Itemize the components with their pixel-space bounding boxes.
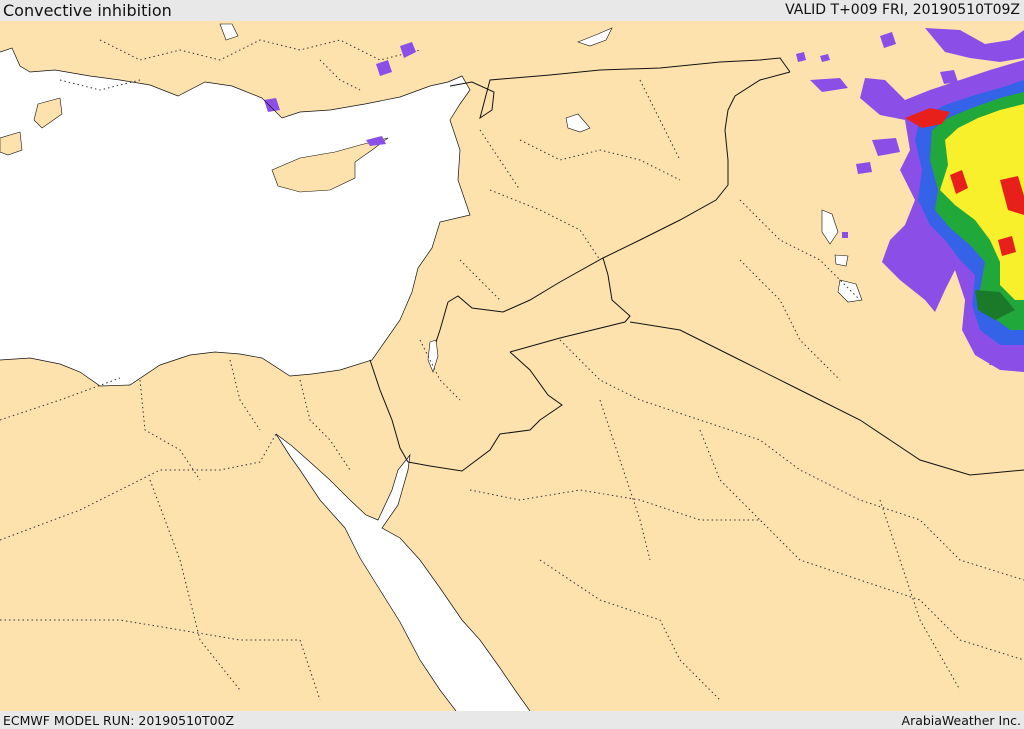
model-run-label: ECMWF MODEL RUN: 20190510T00Z bbox=[3, 713, 235, 728]
lake-tharthar bbox=[834, 254, 849, 267]
credit-label: ArabiaWeather Inc. bbox=[901, 713, 1021, 728]
valid-time-label: VALID T+009 FRI, 20190510T09Z bbox=[785, 2, 1020, 18]
map-title: Convective inhibition bbox=[3, 1, 172, 20]
weather-map bbox=[0, 21, 1024, 711]
map-figure: Convective inhibition VALID T+009 FRI, 2… bbox=[0, 0, 1024, 729]
